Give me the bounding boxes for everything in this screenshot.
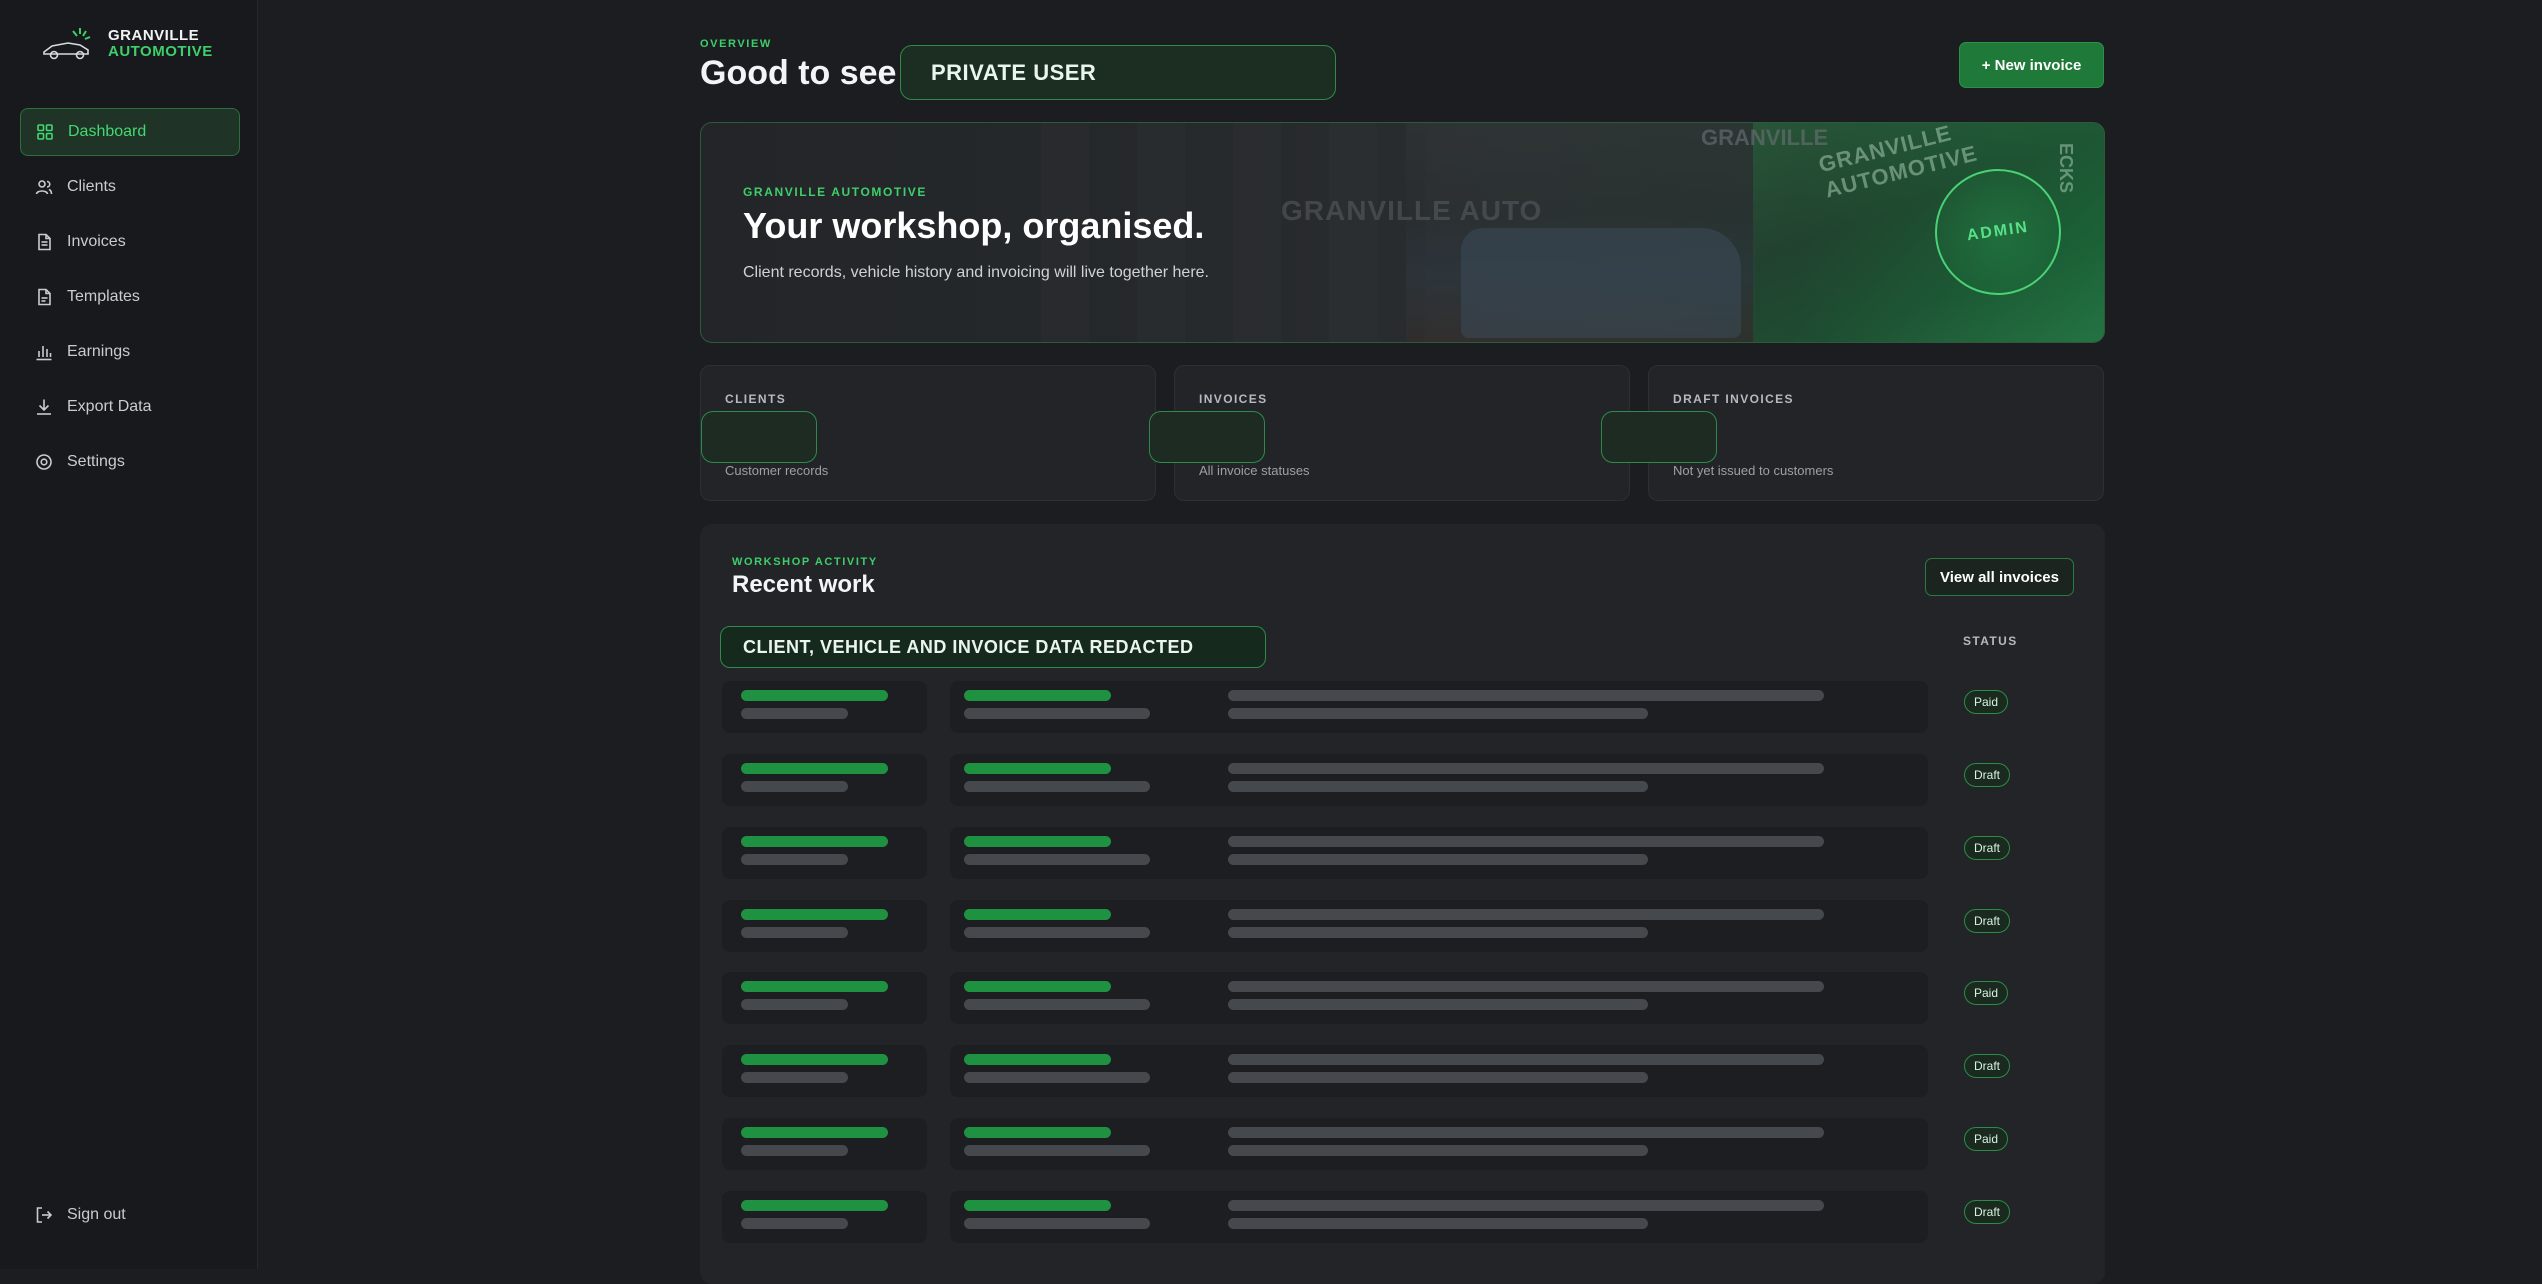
grid-icon: [36, 123, 54, 141]
redacted-client-cell: [722, 900, 927, 952]
redacted-client-cell: [722, 1191, 927, 1243]
van-photo-shape: [1461, 228, 1741, 338]
sidebar-item-label: Templates: [67, 288, 140, 305]
page-title: Good to see y: [700, 54, 900, 92]
redacted-client-cell: [722, 827, 927, 879]
redacted-data-notice: CLIENT, VEHICLE AND INVOICE DATA REDACTE…: [720, 626, 1266, 668]
status-badge: Paid: [1964, 981, 2009, 1005]
redacted-client-cell: [722, 681, 927, 733]
stat-hint: Customer records: [725, 463, 829, 478]
status-badge: Draft: [1964, 1200, 2011, 1224]
stat-value-redacted: [701, 411, 817, 463]
photo-sign-ecks: ECKS: [2056, 143, 2076, 194]
stat-hint: All invoice statuses: [1199, 463, 1310, 478]
activity-title: Recent work: [732, 571, 875, 598]
bar-chart-icon: [35, 343, 53, 361]
stat-value-redacted: [1149, 411, 1265, 463]
car-logo-icon: [43, 28, 91, 60]
sidebar-item-templates[interactable]: Templates: [20, 273, 240, 321]
status-badge: Draft: [1964, 909, 2011, 933]
table-row[interactable]: Draft: [722, 1045, 2011, 1097]
download-icon: [35, 398, 53, 416]
sidebar-item-dashboard[interactable]: Dashboard: [20, 108, 240, 156]
table-row[interactable]: Draft: [722, 900, 2011, 952]
view-all-invoices-button[interactable]: View all invoices: [1925, 558, 2074, 596]
status-column-header: STATUS: [1963, 634, 2018, 648]
brand-name-line2: AUTOMOTIVE: [108, 43, 213, 60]
sidebar-item-label: Dashboard: [68, 123, 147, 140]
sidebar-item-clients[interactable]: Clients: [20, 163, 240, 211]
template-icon: [35, 288, 53, 306]
sidebar-item-label: Export Data: [67, 398, 152, 415]
stat-card-clients: CLIENTS Customer records: [700, 365, 1156, 501]
sidebar-item-label: Invoices: [67, 233, 126, 250]
stat-value-redacted: [1601, 411, 1717, 463]
status-badge: Paid: [1964, 1127, 2009, 1151]
stat-hint: Not yet issued to customers: [1673, 463, 1834, 478]
redacted-client-cell: [722, 754, 927, 806]
redacted-client-cell: [722, 972, 927, 1024]
redacted-vehicle-cell: [950, 900, 1928, 952]
document-icon: [35, 233, 53, 251]
brand[interactable]: GRANVILLE AUTOMOTIVE: [40, 24, 213, 64]
redacted-vehicle-cell: [950, 827, 1928, 879]
logout-icon: [36, 1207, 53, 1223]
photo-sign-granville: GRANVILLE: [1701, 125, 1829, 150]
stat-card-draft-invoices: DRAFT INVOICES Not yet issued to custome…: [1601, 365, 2104, 501]
sidebar-item-label: Clients: [67, 178, 116, 195]
hero-title: Your workshop, organised.: [743, 205, 1205, 246]
new-invoice-button[interactable]: + New invoice: [1959, 42, 2104, 88]
table-row[interactable]: Draft: [722, 754, 2011, 806]
redacted-vehicle-cell: [950, 1045, 1928, 1097]
sidebar-item-export-data[interactable]: Export Data: [20, 383, 240, 431]
hero-subtitle: Client records, vehicle history and invo…: [743, 264, 1209, 281]
stat-label: INVOICES: [1199, 392, 1268, 406]
sidebar-item-label: Settings: [67, 453, 125, 470]
status-badge: Draft: [1964, 1054, 2011, 1078]
hero-kicker: GRANVILLE AUTOMOTIVE: [743, 185, 928, 199]
table-row[interactable]: Draft: [722, 1191, 2011, 1243]
recent-work-panel: WORKSHOP ACTIVITY Recent work View all i…: [700, 524, 2105, 1284]
table-row[interactable]: Paid: [722, 972, 2009, 1024]
status-badge: Draft: [1964, 763, 2011, 787]
stat-label: DRAFT INVOICES: [1673, 392, 1794, 406]
overview-kicker: OVERVIEW: [700, 38, 772, 50]
activity-kicker: WORKSHOP ACTIVITY: [732, 556, 878, 568]
sidebar: GRANVILLE AUTOMOTIVE Dashboard Clients I…: [0, 0, 258, 1269]
table-row[interactable]: Paid: [722, 1118, 2009, 1170]
table-row[interactable]: Paid: [722, 681, 2009, 733]
sidebar-item-earnings[interactable]: Earnings: [20, 328, 240, 376]
sidebar-item-invoices[interactable]: Invoices: [20, 218, 240, 266]
sign-out-label: Sign out: [67, 1206, 126, 1223]
redacted-vehicle-cell: [950, 1118, 1928, 1170]
stat-card-invoices: INVOICES All invoice statuses: [1149, 365, 1630, 501]
users-icon: [35, 178, 53, 196]
redacted-user-name: PRIVATE USER: [900, 45, 1336, 100]
sidebar-item-label: Earnings: [67, 343, 131, 360]
redacted-vehicle-cell: [950, 972, 1928, 1024]
photo-sign-granville-auto: GRANVILLE AUTO: [1281, 195, 1543, 226]
gear-icon: [35, 453, 53, 471]
sidebar-item-settings[interactable]: Settings: [20, 438, 240, 486]
redacted-client-cell: [722, 1045, 927, 1097]
table-row[interactable]: Draft: [722, 827, 2011, 879]
status-badge: Paid: [1964, 690, 2009, 714]
status-badge: Draft: [1964, 836, 2011, 860]
redacted-client-cell: [722, 1118, 927, 1170]
hero-banner: GRANVILLE GRANVILLE AUTO GRANVILLE AUTOM…: [700, 122, 2105, 343]
sidebar-nav: Dashboard Clients Invoices Templates Ear…: [20, 108, 240, 493]
sign-out-button[interactable]: Sign out: [35, 1206, 126, 1224]
redacted-vehicle-cell: [950, 681, 1928, 733]
brand-name-line1: GRANVILLE: [108, 27, 200, 44]
stat-label: CLIENTS: [725, 392, 787, 406]
redacted-vehicle-cell: [950, 1191, 1928, 1243]
redacted-vehicle-cell: [950, 754, 1928, 806]
